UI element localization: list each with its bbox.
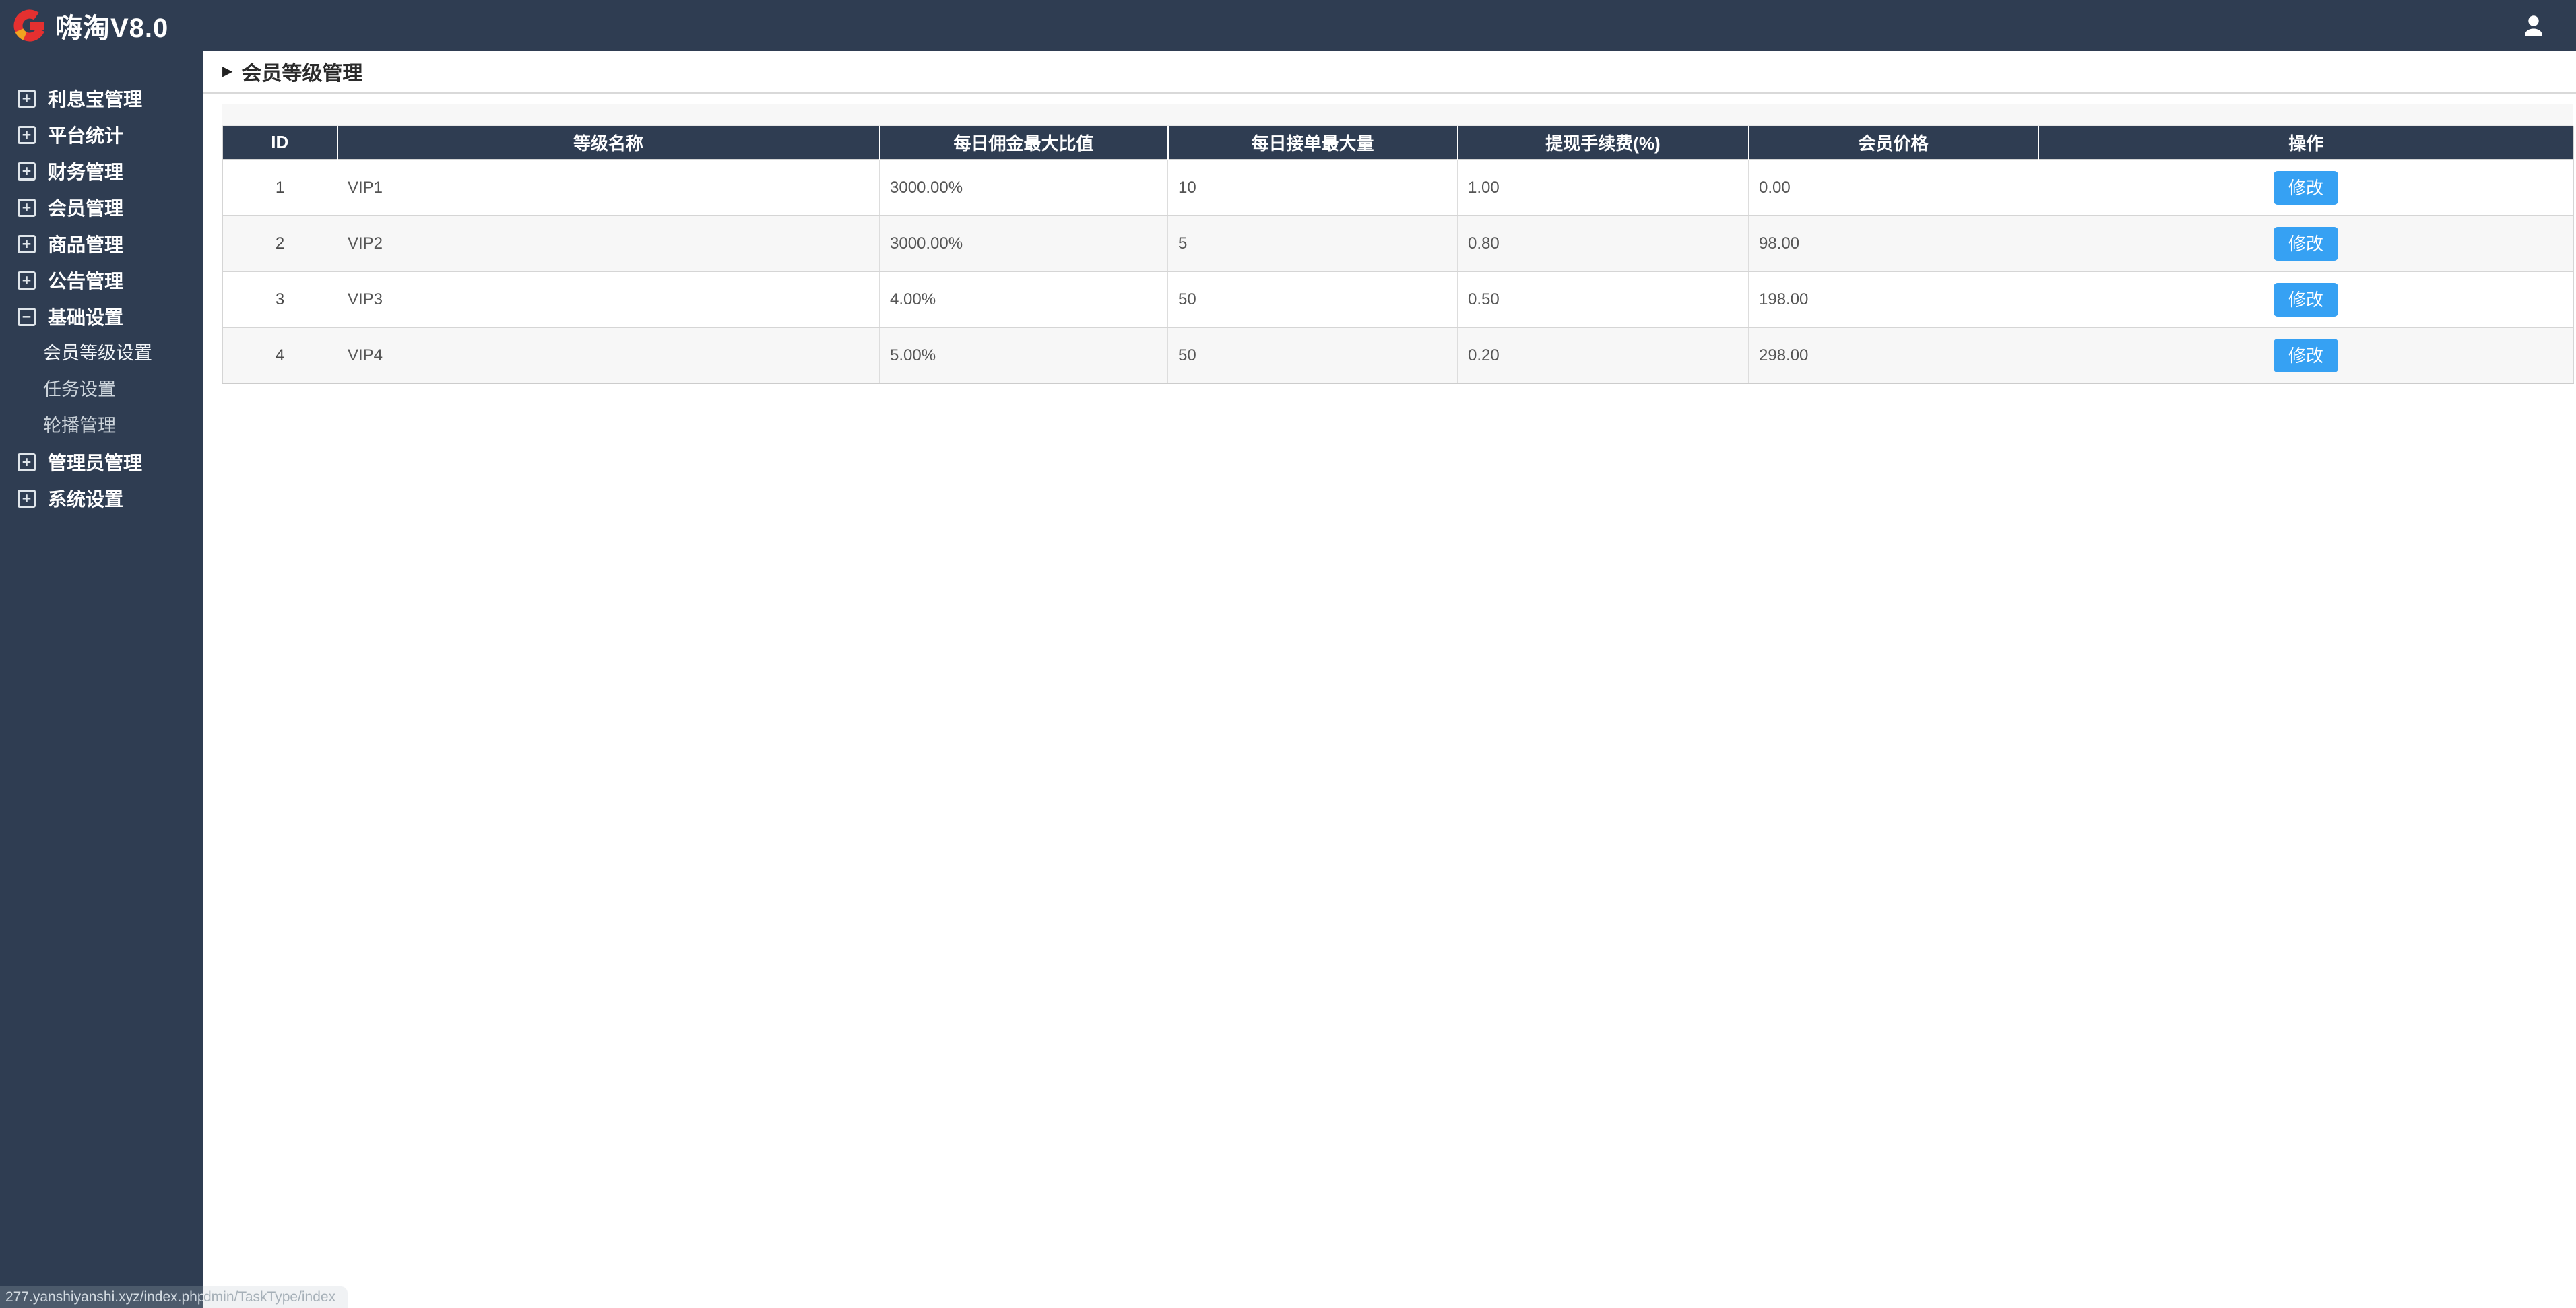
table-column-header: 提现手续费(%)	[1456, 126, 1749, 160]
sidebar-item[interactable]: + 会员管理	[0, 189, 203, 226]
sidebar-item-label: 财务管理	[48, 162, 124, 183]
sidebar-item[interactable]: + 利息宝管理	[0, 80, 203, 117]
plus-box-icon[interactable]: +	[18, 453, 36, 471]
sidebar-item[interactable]: + 系统设置	[0, 480, 203, 517]
sidebar-item[interactable]: + 公告管理	[0, 262, 203, 298]
cell-price: 298.00	[1748, 327, 2038, 383]
member-levels-table: ID 等级名称 每日佣金最大比值 每日接单最大量 提现手续费(%) 会员价格 操作 1 VIP…	[222, 126, 2574, 384]
sidebar-item[interactable]: − 基础设置	[0, 298, 203, 335]
brand[interactable]: 嗨淘V8.0	[0, 6, 168, 45]
cell-price: 198.00	[1748, 271, 2038, 327]
main-content: ▶ 会员等级管理 ID 等级名称 每日佣金最大比值 每日接单最大量 提现手续费(%) 会员…	[203, 51, 2576, 1308]
edit-button[interactable]: 修改	[2274, 282, 2338, 317]
sidebar-item-label: 利息宝管理	[48, 89, 143, 110]
brand-title: 嗨淘V8.0	[55, 13, 169, 43]
plus-box-icon[interactable]: +	[18, 271, 36, 290]
cell-id: 3	[222, 271, 337, 327]
caret-right-icon: ▶	[222, 64, 233, 79]
sidebar-subitem[interactable]: 任务设置	[0, 371, 203, 407]
table-body: 1 VIP1 3000.00% 10 1.00 0.00 修改 2 VIP2 3000.00% 5 0…	[222, 159, 2574, 383]
sidebar-item-label: 平台统计	[48, 125, 124, 146]
cell-price: 0.00	[1748, 159, 2038, 216]
topbar: 嗨淘V8.0	[0, 0, 2576, 51]
plus-box-icon[interactable]: +	[18, 198, 36, 217]
cell-level-name: VIP2	[337, 215, 880, 271]
status-url-right: dmin/TaskType/index	[203, 1286, 348, 1308]
table-row: 1 VIP1 3000.00% 10 1.00 0.00 修改	[222, 159, 2574, 216]
status-bubble: 277.yanshiyanshi.xyz/index.php/A dmin/Ta…	[0, 1286, 348, 1308]
cell-action: 修改	[2038, 215, 2574, 271]
sidebar-menu: + 利息宝管理 + 平台统计 + 财务管理 + 会员管理 + 商品管理 + 公告管理 − 基础设置 会员等级…	[0, 51, 203, 517]
cell-commission: 3000.00%	[879, 215, 1168, 271]
sidebar-subitem[interactable]: 会员等级设置	[0, 335, 203, 371]
edit-button[interactable]: 修改	[2274, 338, 2338, 372]
table-row: 4 VIP4 5.00% 50 0.20 298.00 修改	[222, 327, 2574, 383]
cell-id: 4	[222, 327, 337, 383]
edit-button[interactable]: 修改	[2274, 226, 2338, 261]
table-row: 3 VIP3 4.00% 50 0.50 198.00 修改	[222, 271, 2574, 327]
sidebar-subitem[interactable]: 轮播管理	[0, 407, 203, 444]
cell-commission: 5.00%	[879, 327, 1168, 383]
sidebar-item-label: 系统设置	[48, 489, 124, 510]
cell-action: 修改	[2038, 159, 2574, 216]
cell-commission: 3000.00%	[879, 159, 1168, 216]
cell-orders: 50	[1167, 327, 1458, 383]
page-title-bar: ▶ 会员等级管理	[203, 51, 2576, 94]
plus-box-icon[interactable]: +	[18, 125, 36, 144]
cell-action: 修改	[2038, 327, 2574, 383]
user-avatar-icon[interactable]	[2519, 11, 2548, 40]
cell-fee: 0.50	[1457, 271, 1749, 327]
cell-orders: 10	[1167, 159, 1458, 216]
cell-fee: 1.00	[1457, 159, 1749, 216]
cell-id: 2	[222, 215, 337, 271]
plus-box-icon[interactable]: +	[18, 489, 36, 508]
table-column-header: 等级名称	[336, 126, 880, 160]
cell-id: 1	[222, 159, 337, 216]
sidebar-item[interactable]: + 商品管理	[0, 226, 203, 262]
sidebar-item-label: 会员管理	[48, 198, 124, 219]
brand-logo-icon	[13, 9, 46, 41]
table-column-header: 会员价格	[1747, 126, 2038, 160]
table-row: 2 VIP2 3000.00% 5 0.80 98.00 修改	[222, 215, 2574, 271]
cell-orders: 50	[1167, 271, 1458, 327]
table-column-header: 每日接单最大量	[1167, 126, 1458, 160]
plus-box-icon[interactable]: +	[18, 89, 36, 108]
cell-fee: 0.80	[1457, 215, 1749, 271]
sidebar-item-label: 管理员管理	[48, 453, 143, 473]
sidebar-item[interactable]: + 平台统计	[0, 117, 203, 153]
table-header-row: ID 等级名称 每日佣金最大比值 每日接单最大量 提现手续费(%) 会员价格 操作	[222, 126, 2574, 160]
cell-level-name: VIP3	[337, 271, 880, 327]
table-toolbar	[222, 104, 2573, 126]
cell-level-name: VIP1	[337, 159, 880, 216]
plus-box-icon[interactable]: +	[18, 162, 36, 181]
plus-box-icon[interactable]: +	[18, 234, 36, 253]
minus-box-icon[interactable]: −	[18, 307, 36, 326]
table-column-header: 操作	[2037, 126, 2574, 160]
cell-action: 修改	[2038, 271, 2574, 327]
sidebar-item-label: 商品管理	[48, 234, 124, 255]
sidebar-item[interactable]: + 财务管理	[0, 153, 203, 189]
cell-orders: 5	[1167, 215, 1458, 271]
cell-fee: 0.20	[1457, 327, 1749, 383]
page-title: 会员等级管理	[241, 63, 363, 85]
sidebar: + 利息宝管理 + 平台统计 + 财务管理 + 会员管理 + 商品管理 + 公告管理 − 基础设置 会员等级…	[0, 51, 203, 1308]
status-url-left: 277.yanshiyanshi.xyz/index.php/A	[0, 1286, 203, 1308]
edit-button[interactable]: 修改	[2274, 170, 2338, 205]
sidebar-item-label: 基础设置	[48, 307, 124, 328]
table-column-header: ID	[222, 126, 337, 160]
cell-price: 98.00	[1748, 215, 2038, 271]
cell-commission: 4.00%	[879, 271, 1168, 327]
cell-level-name: VIP4	[337, 327, 880, 383]
sidebar-item-label: 公告管理	[48, 271, 124, 292]
table-column-header: 每日佣金最大比值	[878, 126, 1168, 160]
sidebar-item[interactable]: + 管理员管理	[0, 444, 203, 480]
